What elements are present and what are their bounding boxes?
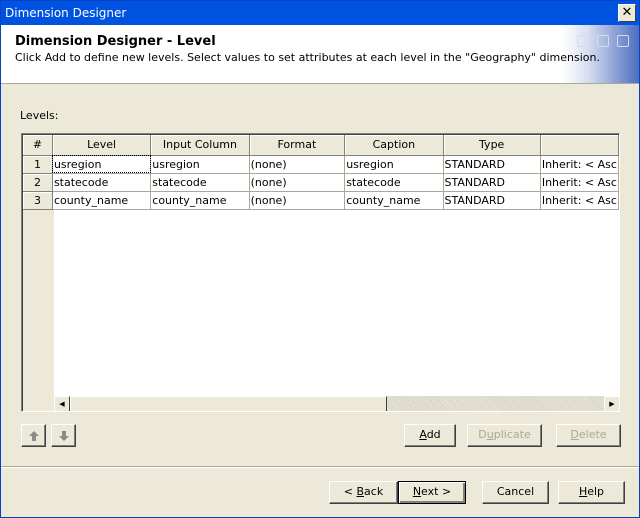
scroll-right-icon: ▶ <box>609 400 615 408</box>
attributes-cell[interactable]: Inherit: < Asc <box>540 155 619 174</box>
column-header-attributes[interactable] <box>540 135 619 156</box>
levels-table: # Level Input Column Format Caption Type… <box>23 135 619 210</box>
table-row[interactable]: 1 usregion usregion (none) usregion STAN… <box>23 155 619 174</box>
decorative-square-icon <box>597 35 609 47</box>
format-cell[interactable]: (none) <box>249 155 346 174</box>
input-column-cell[interactable]: county_name <box>150 191 250 210</box>
move-down-button[interactable] <box>51 424 76 447</box>
caption-cell[interactable]: usregion <box>344 155 444 174</box>
back-button[interactable]: < Back <box>329 481 398 504</box>
delete-button[interactable]: Delete <box>556 424 621 447</box>
format-cell[interactable]: (none) <box>249 173 346 192</box>
levels-label: Levels: <box>20 109 59 122</box>
row-number[interactable]: 3 <box>23 191 53 210</box>
column-header-format[interactable]: Format <box>249 135 346 156</box>
close-button[interactable]: ✕ <box>618 4 636 22</box>
arrow-up-icon <box>29 431 39 441</box>
decorative-square-icon <box>617 35 629 47</box>
attributes-cell[interactable]: Inherit: < Asc <box>540 191 619 210</box>
scrollbar-thumb[interactable] <box>70 396 387 411</box>
column-header-input-column[interactable]: Input Column <box>150 135 250 156</box>
header-banner: Dimension Designer - Level Click Add to … <box>1 25 639 84</box>
duplicate-button[interactable]: Duplicate <box>467 424 542 447</box>
type-cell[interactable]: STANDARD <box>443 155 541 174</box>
row-number[interactable]: 2 <box>23 173 53 192</box>
column-header-caption[interactable]: Caption <box>344 135 444 156</box>
arrow-down-icon <box>59 431 69 441</box>
type-cell[interactable]: STANDARD <box>443 173 541 192</box>
table-row[interactable]: 2 statecode statecode (none) statecode S… <box>23 173 619 192</box>
levels-grid[interactable]: # Level Input Column Format Caption Type… <box>21 133 620 412</box>
column-header-number[interactable]: # <box>23 135 53 156</box>
cancel-button[interactable]: Cancel <box>482 481 549 504</box>
scroll-left-icon: ◀ <box>59 400 65 408</box>
row-number[interactable]: 1 <box>23 155 53 174</box>
caption-cell[interactable]: county_name <box>344 191 444 210</box>
column-header-level[interactable]: Level <box>52 135 152 156</box>
column-header-type[interactable]: Type <box>443 135 541 156</box>
add-button[interactable]: Add <box>404 424 456 447</box>
window-title: Dimension Designer <box>5 6 127 20</box>
page-title: Dimension Designer - Level <box>15 34 216 49</box>
level-cell[interactable]: county_name <box>52 191 152 210</box>
level-cell[interactable]: statecode <box>52 173 152 192</box>
next-button[interactable]: Next > <box>398 481 466 504</box>
table-row[interactable]: 3 county_name county_name (none) county_… <box>23 191 619 210</box>
format-cell[interactable]: (none) <box>249 191 346 210</box>
dimension-designer-dialog: Dimension Designer ✕ Dimension Designer … <box>0 0 640 518</box>
decorative-square-icon <box>577 35 589 47</box>
table-header-row: # Level Input Column Format Caption Type <box>23 135 619 156</box>
close-icon: ✕ <box>621 5 633 20</box>
move-up-button[interactable] <box>21 424 46 447</box>
level-cell[interactable]: usregion <box>52 155 152 174</box>
input-column-cell[interactable]: statecode <box>150 173 250 192</box>
help-button[interactable]: Help <box>558 481 625 504</box>
scroll-left-button[interactable]: ◀ <box>54 396 70 411</box>
type-cell[interactable]: STANDARD <box>443 191 541 210</box>
footer-separator <box>1 466 639 468</box>
attributes-cell[interactable]: Inherit: < Asc <box>540 173 619 192</box>
caption-cell[interactable]: statecode <box>344 173 444 192</box>
horizontal-scrollbar[interactable]: ◀ ▶ <box>54 396 619 411</box>
title-bar: Dimension Designer ✕ <box>1 1 639 25</box>
input-column-cell[interactable]: usregion <box>150 155 250 174</box>
page-description: Click Add to define new levels. Select v… <box>15 51 600 64</box>
scroll-right-button[interactable]: ▶ <box>604 396 619 411</box>
